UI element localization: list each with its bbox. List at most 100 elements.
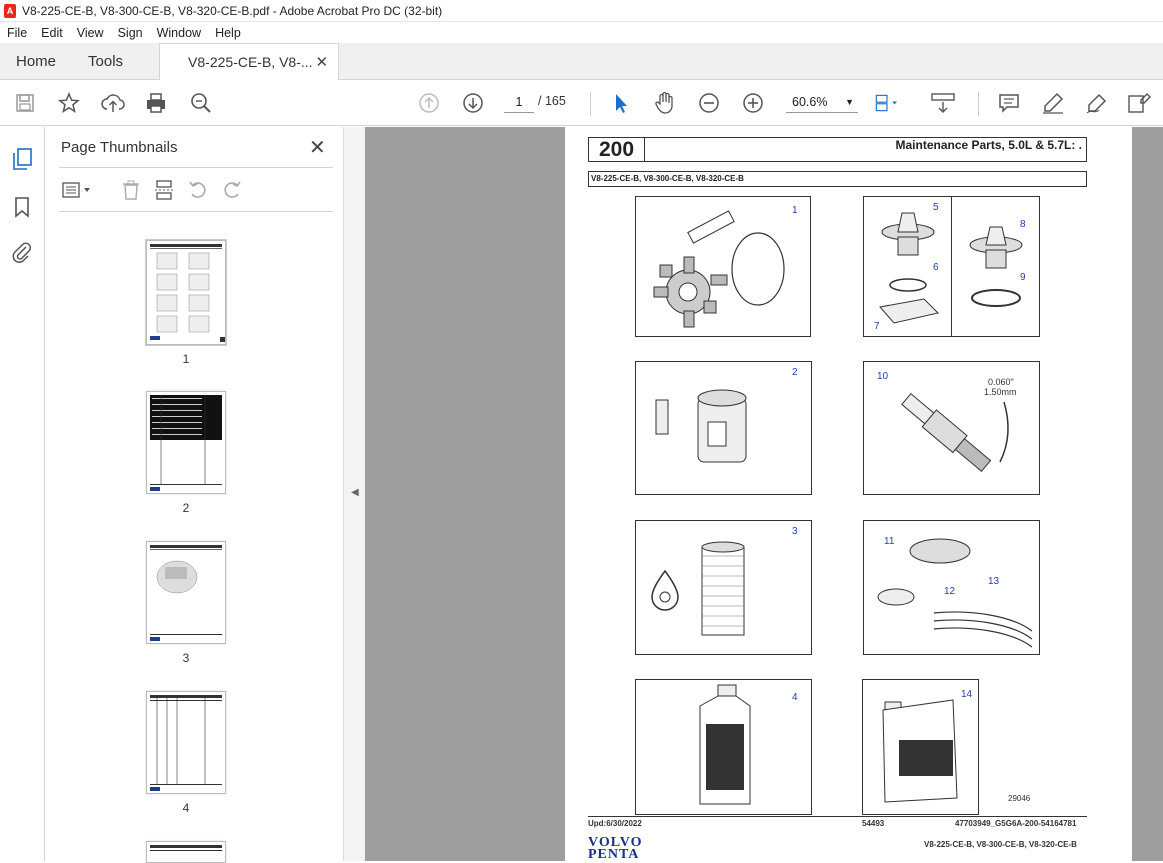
figure-id: 29046 (1008, 794, 1031, 803)
page-thumbnails-icon[interactable] (10, 147, 34, 171)
footer-rule (588, 816, 1087, 817)
page-thumbnail-3[interactable] (146, 541, 226, 644)
figure-distributor: 11 12 13 (863, 520, 1040, 655)
figure-oil-filter: 3 (635, 520, 812, 655)
models-line: V8-225-CE-B, V8-300-CE-B, V8-320-CE-B (588, 171, 1087, 187)
callout-8: 8 (1020, 219, 1026, 230)
thumbnail-label-1: 1 (182, 352, 190, 366)
page-number-input[interactable]: 1 (504, 91, 534, 113)
menu-view[interactable]: View (70, 26, 111, 40)
figure-spark-plug: 10 0.060" 1.50mm (863, 361, 1040, 495)
toolbar-divider (590, 92, 591, 116)
tab-home[interactable]: Home (0, 43, 72, 79)
chevron-down-icon: ▼ (845, 97, 854, 107)
highlight-pen-icon[interactable] (1040, 90, 1066, 116)
sign-pen-icon[interactable] (1084, 90, 1110, 116)
print-icon[interactable] (143, 90, 169, 116)
menu-sign[interactable]: Sign (111, 26, 150, 40)
zoom-level-select[interactable]: 60.6% ▼ (786, 91, 858, 113)
zoom-search-icon[interactable] (188, 90, 214, 116)
bookmarks-icon[interactable] (10, 195, 34, 219)
footer-code: 54493 (862, 819, 885, 828)
save-icon[interactable] (12, 90, 38, 116)
figure-impeller-kit: 1 (635, 196, 811, 337)
rotate-right-icon[interactable] (221, 177, 243, 203)
toolbar-divider (978, 92, 979, 116)
footer-date: Upd:6/30/2022 (588, 819, 642, 828)
impeller-illustration (653, 210, 785, 328)
select-cursor-icon[interactable] (608, 90, 634, 116)
attachments-paperclip-icon[interactable] (10, 240, 34, 264)
next-page-icon[interactable] (460, 90, 486, 116)
title-bar: A V8-225-CE-B, V8-300-CE-B, V8-320-CE-B.… (0, 0, 1163, 22)
close-tab-icon[interactable]: ✕ (315, 53, 328, 71)
previous-page-icon[interactable] (416, 90, 442, 116)
callout-11: 11 (884, 536, 895, 547)
document-viewer[interactable]: 200 Maintenance Parts, 5.0L & 5.7L: . V8… (365, 127, 1163, 861)
thumbnail-preview (150, 545, 222, 641)
page-thumbnail-4[interactable] (146, 691, 226, 794)
callout-2: 2 (792, 367, 798, 378)
thumbnail-preview (150, 244, 225, 342)
volvo-penta-logo: VOLVO PENTA (588, 836, 643, 862)
coolant-jug-illustration (882, 699, 958, 803)
delete-page-icon[interactable] (121, 177, 141, 203)
gap-spec-mm: 1.50mm (984, 387, 1017, 397)
menu-window[interactable]: Window (150, 26, 208, 40)
footer-ref: 47703949_G5G6A-200-54164781 (955, 819, 1077, 828)
tab-document[interactable]: V8-225-CE-B, V8-... ✕ (159, 43, 340, 80)
callout-6: 6 (933, 262, 939, 273)
tab-tools[interactable]: Tools (72, 43, 139, 79)
fuel-filter-illustration (655, 389, 747, 463)
page-header-box: 200 Maintenance Parts, 5.0L & 5.7L: . (588, 137, 1087, 162)
brand-line-2: PENTA (588, 847, 640, 862)
tab-document-label: V8-225-CE-B, V8-... (188, 54, 313, 70)
edit-tools-icon[interactable] (1126, 90, 1152, 116)
left-navigation-rail (0, 127, 45, 861)
tab-bar: Home Tools V8-225-CE-B, V8-... ✕ (0, 43, 1163, 80)
menu-edit[interactable]: Edit (34, 26, 70, 40)
menu-file[interactable]: File (0, 26, 34, 40)
pdf-page: 200 Maintenance Parts, 5.0L & 5.7L: . V8… (565, 127, 1132, 861)
page-thumbnail-2[interactable] (146, 391, 226, 494)
page-display-icon[interactable] (874, 90, 900, 116)
gap-spec-inch: 0.060" (988, 377, 1014, 387)
panel-splitter[interactable]: ◀ (343, 127, 365, 861)
bookmark-star-icon[interactable] (56, 90, 82, 116)
zoom-out-icon[interactable] (696, 90, 722, 116)
page-thumbnail-1[interactable] (145, 239, 227, 346)
callout-12: 12 (944, 586, 956, 597)
options-list-icon[interactable] (61, 180, 93, 200)
rotate-left-icon[interactable] (187, 177, 209, 203)
scroll-mode-icon[interactable] (930, 90, 956, 116)
thumbnail-label-3: 3 (182, 651, 190, 665)
footer-models: V8-225-CE-B, V8-300-CE-B, V8-320-CE-B (924, 840, 1077, 849)
figure-engine-oil: 4 (635, 679, 812, 815)
menu-help[interactable]: Help (208, 26, 248, 40)
window-title: V8-225-CE-B, V8-300-CE-B, V8-320-CE-B.pd… (22, 3, 443, 18)
thumbnail-options-menu[interactable] (61, 177, 93, 203)
upload-cloud-icon[interactable] (100, 90, 126, 116)
callout-13: 13 (988, 576, 1000, 587)
main-toolbar: 1 / 165 60.6% ▼ (0, 80, 1163, 126)
collapse-panel-icon[interactable]: ◀ (351, 487, 359, 498)
oil-bottle-illustration (699, 684, 751, 805)
figure-thermostats: 5 6 7 8 9 (863, 196, 1040, 337)
callout-14: 14 (961, 689, 973, 700)
oil-filter-illustration (651, 541, 745, 636)
menu-bar: File Edit View Sign Window Help (0, 22, 1163, 43)
callout-4: 4 (792, 692, 798, 703)
zoom-in-icon[interactable] (740, 90, 766, 116)
figure-fuel-filter: 2 (635, 361, 812, 495)
hand-tool-icon[interactable] (652, 90, 678, 116)
thumbnail-label-2: 2 (182, 501, 190, 515)
thumbnail-preview (150, 695, 222, 791)
comment-icon[interactable] (996, 90, 1022, 116)
panel-title: Page Thumbnails (61, 139, 178, 156)
page-thumbnail-5[interactable] (146, 841, 226, 863)
close-panel-icon[interactable]: ✕ (309, 135, 326, 160)
insert-page-icon[interactable] (153, 177, 175, 203)
callout-5: 5 (933, 202, 939, 213)
panel-divider (59, 211, 333, 212)
callout-7: 7 (874, 321, 880, 332)
